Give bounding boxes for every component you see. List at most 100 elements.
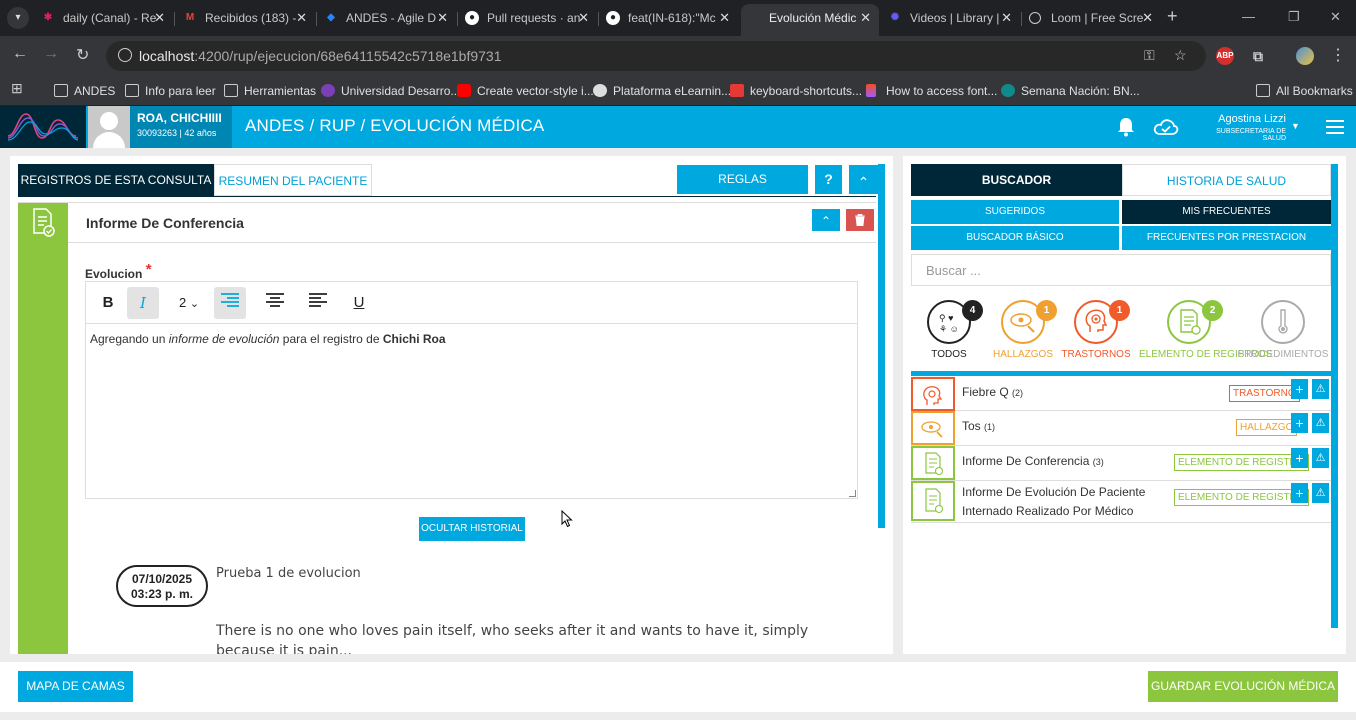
browser-tab[interactable]: ◆ ANDES - Agile D ✕ [316, 4, 456, 32]
bookmark-vector[interactable]: Create vector-style i... [457, 81, 594, 101]
registro-icon: 2 [1167, 300, 1223, 344]
mapa-camas-button[interactable]: MAPA DE CAMAS [18, 671, 133, 702]
result-row[interactable]: Informe De Conferencia (3) ELEMENTO DE R… [911, 446, 1331, 481]
site-info-icon[interactable] [118, 48, 132, 62]
add-button[interactable]: + [1291, 483, 1308, 503]
browser-tab[interactable]: ● feat(IN-618):"Mc ✕ [598, 4, 738, 32]
andes-logo[interactable] [0, 106, 86, 148]
new-tab-icon[interactable]: + [1167, 6, 1178, 27]
result-row[interactable]: Fiebre Q (2) TRASTORNO + ⚠ [911, 377, 1331, 411]
close-tab-icon[interactable]: ✕ [719, 4, 730, 32]
reglas-solicitudes-button[interactable]: REGLAS SOLICITUDES [677, 165, 808, 215]
search-input[interactable]: Buscar ... [911, 254, 1331, 286]
browser-tab[interactable]: ✱ daily (Canal) - Re ✕ [33, 4, 173, 32]
close-tab-icon[interactable]: ✕ [1142, 4, 1153, 32]
tab-frecuentes-prestacion[interactable]: FRECUENTES POR PRESTACION [1122, 226, 1331, 250]
delete-button[interactable] [846, 209, 874, 231]
tab-resumen-paciente[interactable]: RESUMEN DEL PACIENTE [214, 164, 372, 196]
guardar-evolucion-button[interactable]: GUARDAR EVOLUCIÓN MÉDICA [1148, 671, 1338, 702]
hierarchy-icon[interactable]: ⚠ [1312, 448, 1329, 468]
bookmark-fonts[interactable]: How to access font... [866, 81, 997, 101]
card-color-bar [18, 203, 68, 654]
tab-sugeridos[interactable]: SUGERIDOS [911, 200, 1119, 224]
ocultar-historial-button[interactable]: OCULTAR HISTORIAL [419, 517, 525, 541]
help-button[interactable]: ? [815, 165, 842, 194]
hamburger-menu-icon[interactable] [1326, 120, 1344, 134]
reload-icon[interactable]: ↻ [76, 45, 89, 65]
result-row[interactable]: Informe De Evolución De Paciente Interna… [911, 481, 1331, 523]
tab-buscador-basico[interactable]: BUSCADOR BÁSICO [911, 226, 1119, 250]
font-size-select[interactable]: 2 ⌄ [167, 287, 211, 319]
close-tab-icon[interactable]: ✕ [154, 4, 165, 32]
page-title: ANDES / RUP / EVOLUCIÓN MÉDICA [245, 116, 545, 135]
extensions-icon[interactable]: ⧉ [1249, 47, 1267, 65]
bookmark-info[interactable]: Info para leer [125, 81, 216, 101]
collapse-all-button[interactable]: ⌃ [849, 165, 878, 194]
collapse-card-button[interactable]: ⌃ [812, 209, 840, 231]
profile-avatar[interactable] [1296, 47, 1314, 65]
tab-registros-consulta[interactable]: REGISTROS DE ESTA CONSULTA [18, 164, 214, 196]
filter-procedimientos[interactable]: PROCEDIMIENTOS [1233, 300, 1333, 360]
tab-search-button[interactable]: ▾ [7, 7, 29, 29]
close-tab-icon[interactable]: ✕ [296, 4, 307, 32]
minimize-icon[interactable]: — [1242, 9, 1255, 24]
add-button[interactable]: + [1291, 413, 1308, 433]
result-row[interactable]: Tos (1) HALLAZGO + ⚠ [911, 411, 1331, 446]
filter-trastornos[interactable]: 1 TRASTORNOS [1046, 300, 1146, 360]
underline-button[interactable]: U [343, 287, 375, 319]
align-left-icon[interactable] [302, 287, 334, 319]
bookmark-herramientas[interactable]: Herramientas [224, 81, 316, 101]
password-key-icon[interactable]: ⚿ [1144, 47, 1155, 64]
hierarchy-icon[interactable]: ⚠ [1312, 379, 1329, 399]
maximize-icon[interactable]: ❐ [1288, 9, 1300, 25]
url-input[interactable]: localhost:4200/rup/ejecucion/68e64115542… [106, 41, 1206, 71]
browser-tab[interactable]: ● Pull requests · an ✕ [457, 4, 597, 32]
tab-buscador[interactable]: BUSCADOR [911, 164, 1122, 196]
forward-icon[interactable]: → [43, 45, 59, 63]
tab-mis-frecuentes[interactable]: MIS FRECUENTES [1122, 200, 1331, 224]
bookmark-star-icon[interactable]: ☆ [1174, 47, 1187, 64]
scrollbar[interactable] [1331, 164, 1338, 628]
bookmark-all[interactable]: All Bookmarks [1256, 81, 1353, 101]
editor-content[interactable]: Agregando un informe de evolución para e… [90, 332, 446, 346]
browser-tab[interactable]: ✺ Videos | Library | ✕ [880, 4, 1020, 32]
bookmarks-bar: ⊞ ANDES Info para leer Herramientas Univ… [0, 76, 1356, 106]
patient-info[interactable]: ROA, CHICHIIII 30093263 | 42 años [130, 106, 232, 148]
add-button[interactable]: + [1291, 379, 1308, 399]
chevron-down-icon[interactable]: ▼ [1291, 121, 1300, 131]
cloud-sync-icon[interactable] [1153, 118, 1179, 141]
bookmark-universidad[interactable]: Universidad Desarro... [321, 81, 460, 101]
close-tab-icon[interactable]: ✕ [860, 4, 871, 32]
hierarchy-icon[interactable]: ⚠ [1312, 413, 1329, 433]
browser-tab[interactable]: Loom | Free Scre ✕ [1021, 4, 1161, 32]
adblock-icon[interactable]: ABP [1216, 47, 1234, 65]
user-menu[interactable]: Agostina Lizzi SUBSECRETARIA DE SALUD [1196, 113, 1286, 142]
figma-icon [866, 84, 876, 97]
bell-icon[interactable] [1117, 117, 1135, 142]
scrollbar[interactable] [878, 164, 885, 528]
browser-menu-icon[interactable]: ⋮ [1330, 45, 1346, 65]
bookmark-shortcuts[interactable]: keyboard-shortcuts... [730, 81, 862, 101]
bookmark-elearning[interactable]: Plataforma eLearnin... [593, 81, 731, 101]
back-icon[interactable]: ← [12, 45, 28, 63]
close-tab-icon[interactable]: ✕ [437, 4, 448, 32]
align-center-icon[interactable] [259, 287, 291, 319]
browser-tab-active[interactable]: Evolución Médic ✕ [741, 4, 879, 36]
bookmark-andes[interactable]: ANDES [54, 81, 115, 101]
bold-button[interactable]: B [92, 287, 124, 319]
hierarchy-icon[interactable]: ⚠ [1312, 483, 1329, 503]
add-button[interactable]: + [1291, 448, 1308, 468]
user-organization: SUBSECRETARIA DE SALUD [1216, 128, 1286, 142]
close-tab-icon[interactable]: ✕ [1001, 4, 1012, 32]
close-window-icon[interactable]: ✕ [1330, 9, 1341, 25]
align-right-icon[interactable] [214, 287, 246, 319]
tab-historia-salud[interactable]: HISTORIA DE SALUD [1122, 164, 1331, 196]
filter-elemento-registros[interactable]: 2 ELEMENTO DE REGISTROS [1139, 300, 1272, 360]
github-icon: ● [465, 11, 479, 25]
apps-grid-icon[interactable]: ⊞ [11, 80, 23, 97]
bookmark-semana[interactable]: Semana Nación: BN... [1001, 81, 1140, 101]
browser-tab[interactable]: M Recibidos (183) - ✕ [175, 4, 315, 32]
italic-button[interactable]: I [127, 287, 159, 319]
close-tab-icon[interactable]: ✕ [578, 4, 589, 32]
resize-handle[interactable] [849, 490, 856, 497]
